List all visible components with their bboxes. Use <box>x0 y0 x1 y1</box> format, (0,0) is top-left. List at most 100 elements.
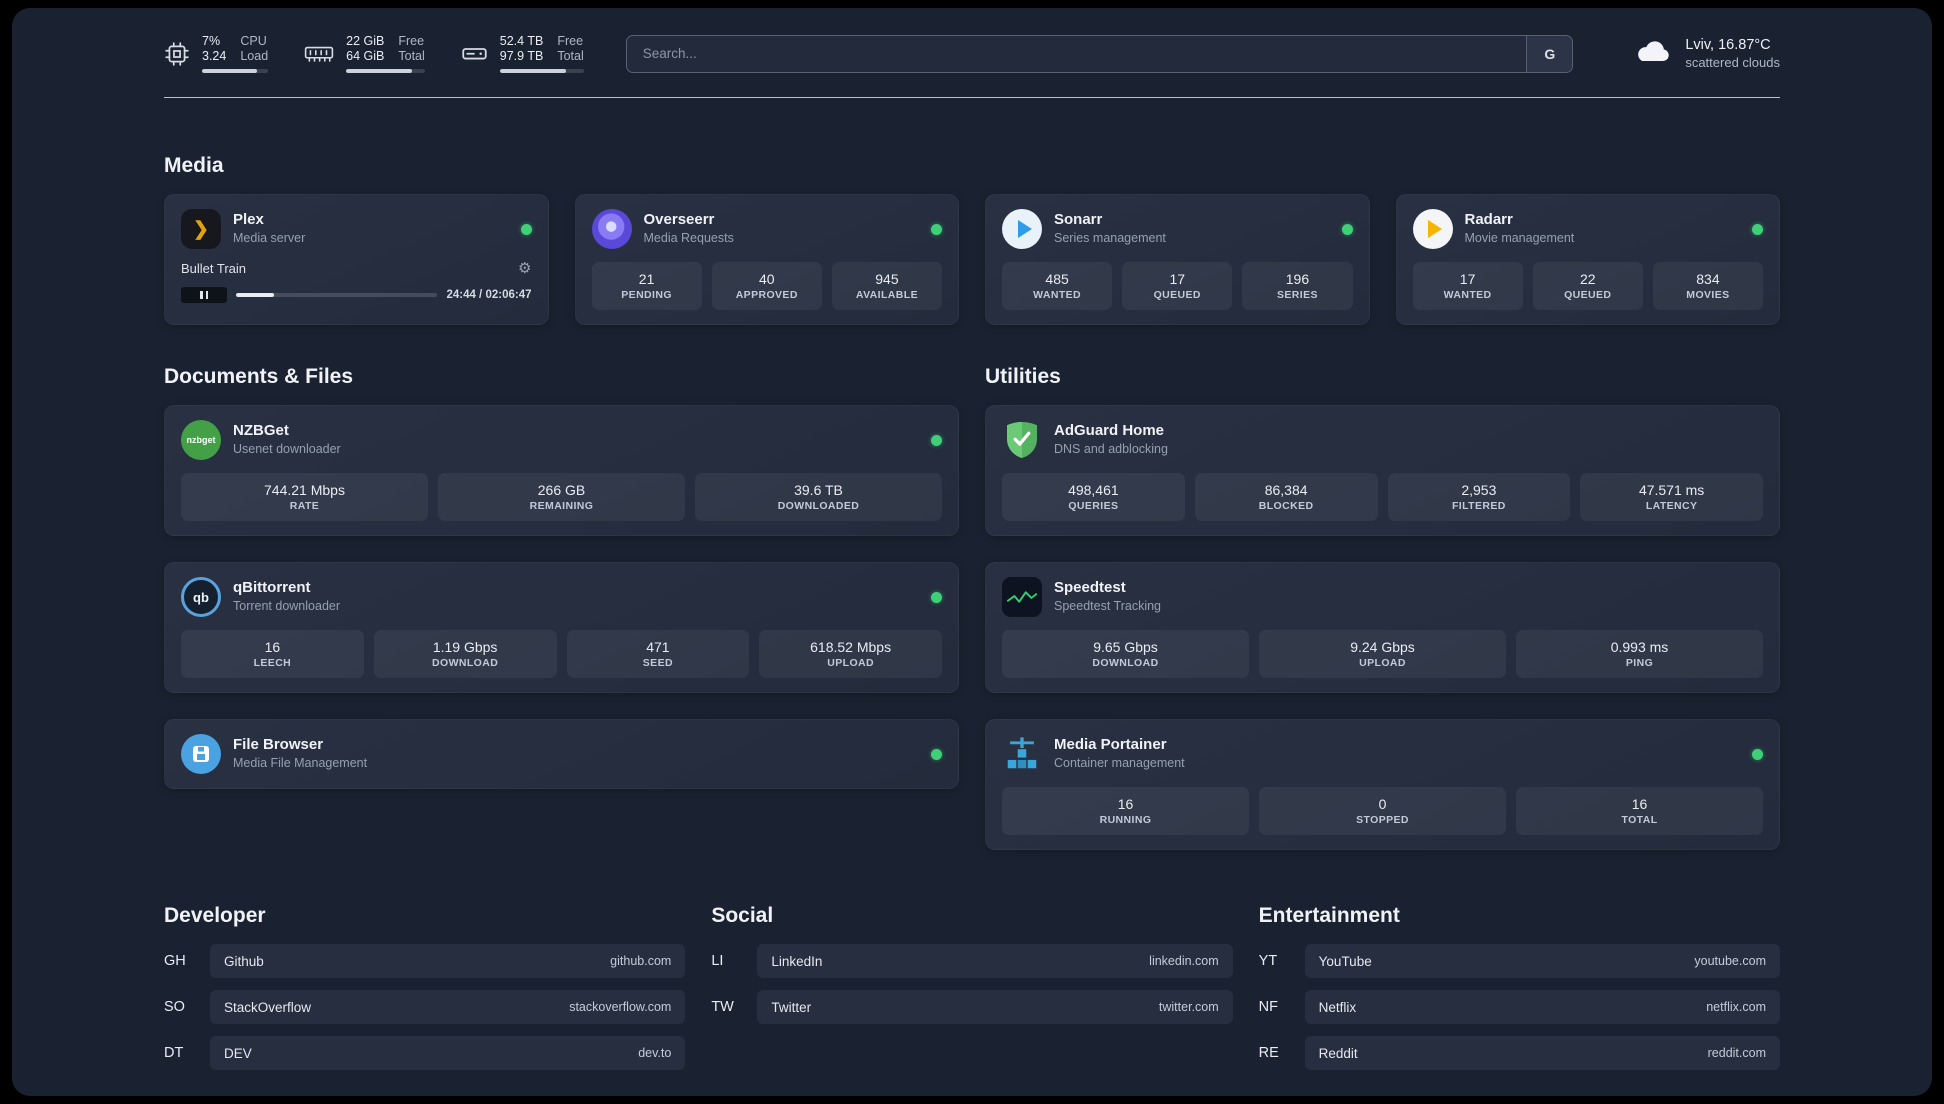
stat-label: BLOCKED <box>1258 500 1314 512</box>
disk-readout: 52.4 TB 97.9 TB Free Total <box>499 34 584 73</box>
card-header: File Browser Media File Management <box>181 734 942 774</box>
overseerr-card[interactable]: Overseerr Media Requests 21 PENDING 40 A… <box>574 194 959 325</box>
main-content: Media ❯ Plex Media server Bullet Train ⚙ <box>12 154 1932 1096</box>
filebrowser-card[interactable]: File Browser Media File Management <box>164 719 959 789</box>
link-pill[interactable]: Reddit reddit.com <box>1304 1036 1780 1070</box>
stat-tile: 9.65 Gbps DOWNLOAD <box>1002 630 1249 678</box>
app-titles: Radarr Movie management <box>1465 210 1575 248</box>
link-name: StackOverflow <box>224 999 312 1015</box>
app-name: File Browser <box>233 736 324 753</box>
stat-value: 945 <box>875 271 899 287</box>
stat-label: REMAINING <box>529 500 594 512</box>
link-row-linkedin[interactable]: LI LinkedIn linkedin.com <box>711 944 1233 978</box>
link-pill[interactable]: Github github.com <box>210 944 686 978</box>
pause-icon <box>200 291 203 299</box>
link-row-stackoverflow[interactable]: SO StackOverflow stackoverflow.com <box>164 990 686 1024</box>
link-row-reddit[interactable]: RE Reddit reddit.com <box>1259 1036 1780 1070</box>
stat-value: 266 GB <box>537 482 586 498</box>
portainer-card[interactable]: Media Portainer Container management 16 … <box>985 719 1780 850</box>
app-subtitle: Media server <box>233 231 306 245</box>
nzbget-card[interactable]: nzbget NZBGet Usenet downloader 744.21 M… <box>164 405 959 536</box>
stat-value: 16 <box>1117 796 1134 812</box>
ram-readout: 22 GiB 64 GiB Free Total <box>346 34 425 73</box>
stat-label: LEECH <box>253 657 292 669</box>
stat-value: 0.993 ms <box>1610 639 1669 655</box>
section-title-entertainment: Entertainment <box>1258 904 1400 927</box>
plex-card[interactable]: ❯ Plex Media server Bullet Train ⚙ 24:44… <box>164 194 549 325</box>
status-online-dot <box>931 223 942 235</box>
link-domain: twitter.com <box>1158 1000 1219 1014</box>
weather-widget: Lviv, 16.87°C scattered clouds <box>1633 36 1780 72</box>
app-name: NZBGet <box>233 422 289 439</box>
link-row-youtube[interactable]: YT YouTube youtube.com <box>1259 944 1780 978</box>
link-pill[interactable]: YouTube youtube.com <box>1304 944 1780 978</box>
app-subtitle: Media Requests <box>643 231 734 245</box>
search-engine-button[interactable]: G <box>1526 35 1573 72</box>
link-abbr: SO <box>164 999 185 1015</box>
stat-value: 86,384 <box>1264 482 1308 498</box>
app-subtitle: Media File Management <box>233 756 368 770</box>
stat-label: WANTED <box>1443 289 1492 301</box>
playback-progress-track[interactable] <box>236 293 438 297</box>
ram-stick-icon <box>304 43 334 65</box>
link-pill[interactable]: DEV dev.to <box>210 1036 686 1070</box>
link-pill[interactable]: StackOverflow stackoverflow.com <box>210 990 686 1024</box>
stat-tile: 22 QUEUED <box>1532 262 1643 310</box>
app-subtitle: Usenet downloader <box>233 442 341 456</box>
media-grid: ❯ Plex Media server Bullet Train ⚙ 24:44… <box>164 194 1780 325</box>
card-header: nzbget NZBGet Usenet downloader <box>181 420 942 460</box>
speedtest-card[interactable]: Speedtest Speedtest Tracking 9.65 Gbps D… <box>985 562 1780 693</box>
link-row-github[interactable]: GH Github github.com <box>164 944 686 978</box>
link-row-dev[interactable]: DT DEV dev.to <box>164 1036 686 1070</box>
ram-usage-fill <box>346 69 413 73</box>
disk-usage-bar <box>499 69 584 73</box>
nzbget-icon: nzbget <box>181 420 221 460</box>
link-name: Netflix <box>1318 999 1357 1015</box>
qbittorrent-icon: qb <box>181 577 221 617</box>
filebrowser-icon <box>181 734 221 774</box>
link-name: Reddit <box>1318 1045 1358 1061</box>
link-name: LinkedIn <box>771 953 823 969</box>
link-row-netflix[interactable]: NF Netflix netflix.com <box>1259 990 1780 1024</box>
link-pill[interactable]: Netflix netflix.com <box>1304 990 1780 1024</box>
stat-label: QUERIES <box>1068 500 1119 512</box>
pause-button[interactable] <box>181 287 227 303</box>
adguard-shield-icon <box>1002 420 1042 460</box>
search-input[interactable] <box>626 35 1527 72</box>
disk-usage-fill <box>499 69 567 73</box>
stat-label: UPLOAD <box>1359 657 1406 669</box>
stat-label: RUNNING <box>1099 814 1152 826</box>
plex-chevron-glyph: ❯ <box>193 218 209 240</box>
gear-icon[interactable]: ⚙ <box>518 261 531 276</box>
cpu-usage-fill <box>202 69 257 73</box>
link-pill[interactable]: Twitter twitter.com <box>757 990 1233 1024</box>
stat-tile: 17 QUEUED <box>1122 262 1233 310</box>
qbittorrent-card[interactable]: qb qBittorrent Torrent downloader 16 LEE… <box>164 562 959 693</box>
stat-tile: 498,461 QUERIES <box>1002 473 1185 521</box>
now-playing-title: Bullet Train <box>181 261 247 276</box>
radarr-card[interactable]: Radarr Movie management 17 WANTED 22 QUE… <box>1395 194 1780 325</box>
cpu-chip-icon <box>164 41 190 67</box>
app-subtitle: Speedtest Tracking <box>1054 599 1162 613</box>
documents-column: Documents & Files nzbget NZBGet Usenet d… <box>164 365 959 789</box>
stat-tile: 21 PENDING <box>591 262 702 310</box>
app-titles: Plex Media server <box>233 210 305 248</box>
card-header: Media Portainer Container management <box>1002 734 1763 774</box>
stat-value: 618.52 Mbps <box>810 639 892 655</box>
cpu-load-avg: 3.24 <box>202 49 227 63</box>
plex-icon: ❯ <box>181 209 221 249</box>
stat-value: 471 <box>646 639 670 655</box>
sonarr-card[interactable]: Sonarr Series management 485 WANTED 17 Q… <box>985 194 1370 325</box>
social-links-section: Social LI LinkedIn linkedin.com TW Twitt… <box>711 904 1233 1082</box>
section-title-utilities: Utilities <box>985 365 1061 388</box>
disk-widget: 52.4 TB 97.9 TB Free Total <box>461 34 584 73</box>
nzbget-stats: 744.21 Mbps RATE 266 GB REMAINING 39.6 T… <box>181 473 942 521</box>
disk-free-label: Free <box>557 34 584 48</box>
link-row-twitter[interactable]: TW Twitter twitter.com <box>711 990 1233 1024</box>
adguard-card[interactable]: AdGuard Home DNS and adblocking 498,461 … <box>985 405 1780 536</box>
stat-label: SERIES <box>1276 289 1318 301</box>
stat-value: 47.571 ms <box>1638 482 1705 498</box>
link-name: DEV <box>224 1045 252 1061</box>
link-pill[interactable]: LinkedIn linkedin.com <box>757 944 1233 978</box>
portainer-icon <box>1002 734 1042 774</box>
